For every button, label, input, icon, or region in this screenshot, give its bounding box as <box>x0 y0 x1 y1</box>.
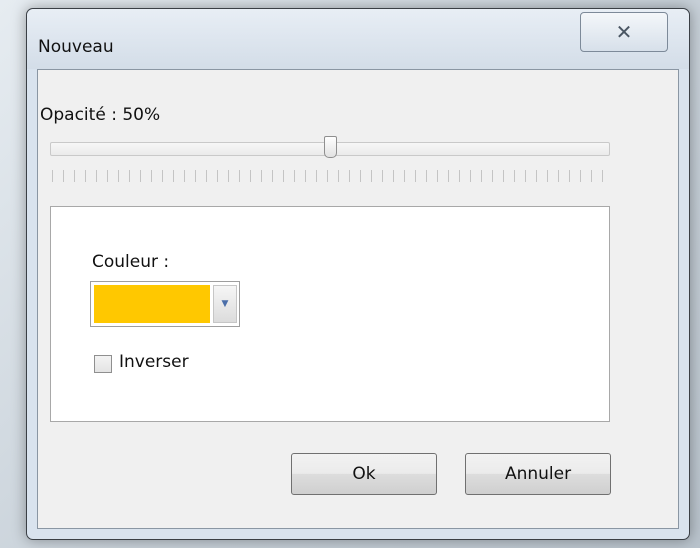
ok-button[interactable]: Ok <box>291 453 437 495</box>
invert-checkbox[interactable] <box>94 355 112 373</box>
close-icon: ✕ <box>615 20 633 44</box>
color-label: Couleur : <box>92 252 170 272</box>
cancel-button[interactable]: Annuler <box>465 453 611 495</box>
chevron-down-icon: ▼ <box>221 299 229 309</box>
slider-ticks <box>52 170 608 182</box>
color-swatch[interactable] <box>94 285 210 323</box>
title-bar[interactable]: Nouveau ✕ <box>27 9 689 69</box>
invert-label[interactable]: Inverser <box>119 352 189 372</box>
color-dropdown-button[interactable]: ▼ <box>213 285 237 323</box>
close-button[interactable]: ✕ <box>580 12 668 52</box>
opacity-slider-thumb[interactable] <box>323 136 337 158</box>
window-title: Nouveau <box>38 37 114 57</box>
opacity-label: Opacité : 50% <box>40 105 161 125</box>
color-picker-combo[interactable]: ▼ <box>90 281 240 327</box>
